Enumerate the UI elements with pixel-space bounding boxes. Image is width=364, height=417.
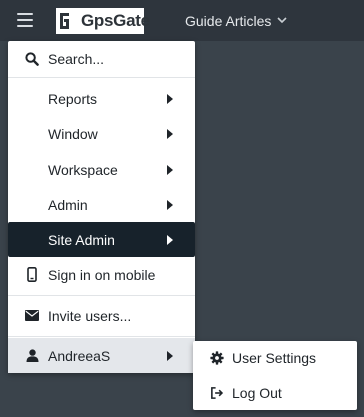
guide-articles-label: Guide Articles [185, 13, 272, 29]
menu-item-user-account[interactable]: AndreeaS [8, 338, 195, 373]
mobile-phone-icon [25, 267, 39, 282]
menu-divider [8, 336, 195, 337]
gear-icon [210, 351, 224, 365]
site-admin-label: Site Admin [48, 231, 115, 248]
submenu-item-log-out[interactable]: Log Out [193, 376, 357, 410]
hamburger-menu-button[interactable] [9, 6, 41, 34]
submenu-item-user-settings[interactable]: User Settings [193, 341, 357, 375]
caret-right-icon [167, 164, 173, 175]
chevron-down-icon [277, 16, 287, 27]
menu-divider [8, 77, 195, 78]
caret-right-icon [167, 234, 173, 245]
reports-label: Reports [48, 90, 98, 107]
menu-divider [8, 295, 195, 296]
logo-mark-icon [58, 10, 80, 32]
caret-right-icon [167, 350, 173, 361]
guide-articles-dropdown[interactable]: Guide Articles [185, 11, 287, 31]
sign-in-mobile-label: Sign in on mobile [48, 266, 156, 283]
caret-right-icon [167, 199, 173, 210]
gpsgate-logo[interactable]: GpsGate [56, 8, 150, 34]
user-icon [25, 349, 39, 363]
menu-item-invite-users[interactable]: Invite users... [8, 298, 195, 333]
caret-right-icon [167, 128, 173, 139]
menu-item-search[interactable]: Search... [8, 41, 195, 76]
top-bar: GpsGate Guide Articles [0, 0, 364, 41]
menu-item-site-admin[interactable]: Site Admin [8, 222, 195, 257]
menu-item-reports[interactable]: Reports [8, 81, 195, 116]
log-out-label: Log Out [232, 385, 282, 401]
envelope-icon [25, 309, 39, 323]
menu-item-admin[interactable]: Admin [8, 187, 195, 222]
workspace-label: Workspace [48, 161, 118, 178]
logo-text: GpsGate [81, 11, 150, 30]
invite-users-label: Invite users... [48, 307, 132, 324]
search-icon [25, 51, 39, 66]
hamburger-line [17, 13, 33, 15]
menu-item-workspace[interactable]: Workspace [8, 152, 195, 187]
search-label: Search... [48, 50, 105, 67]
admin-label: Admin [48, 196, 88, 213]
user-settings-label: User Settings [232, 350, 317, 366]
menu-item-sign-in-mobile[interactable]: Sign in on mobile [8, 257, 195, 292]
hamburger-line [17, 19, 33, 21]
username-label: AndreeaS [48, 347, 111, 364]
caret-right-icon [167, 93, 173, 104]
hamburger-line [17, 25, 33, 27]
window-label: Window [48, 125, 98, 142]
main-menu: Search... Reports Window Workspace Admin… [8, 41, 195, 373]
logout-icon [210, 386, 224, 400]
user-submenu: User Settings Log Out [193, 341, 357, 410]
menu-item-window[interactable]: Window [8, 116, 195, 151]
